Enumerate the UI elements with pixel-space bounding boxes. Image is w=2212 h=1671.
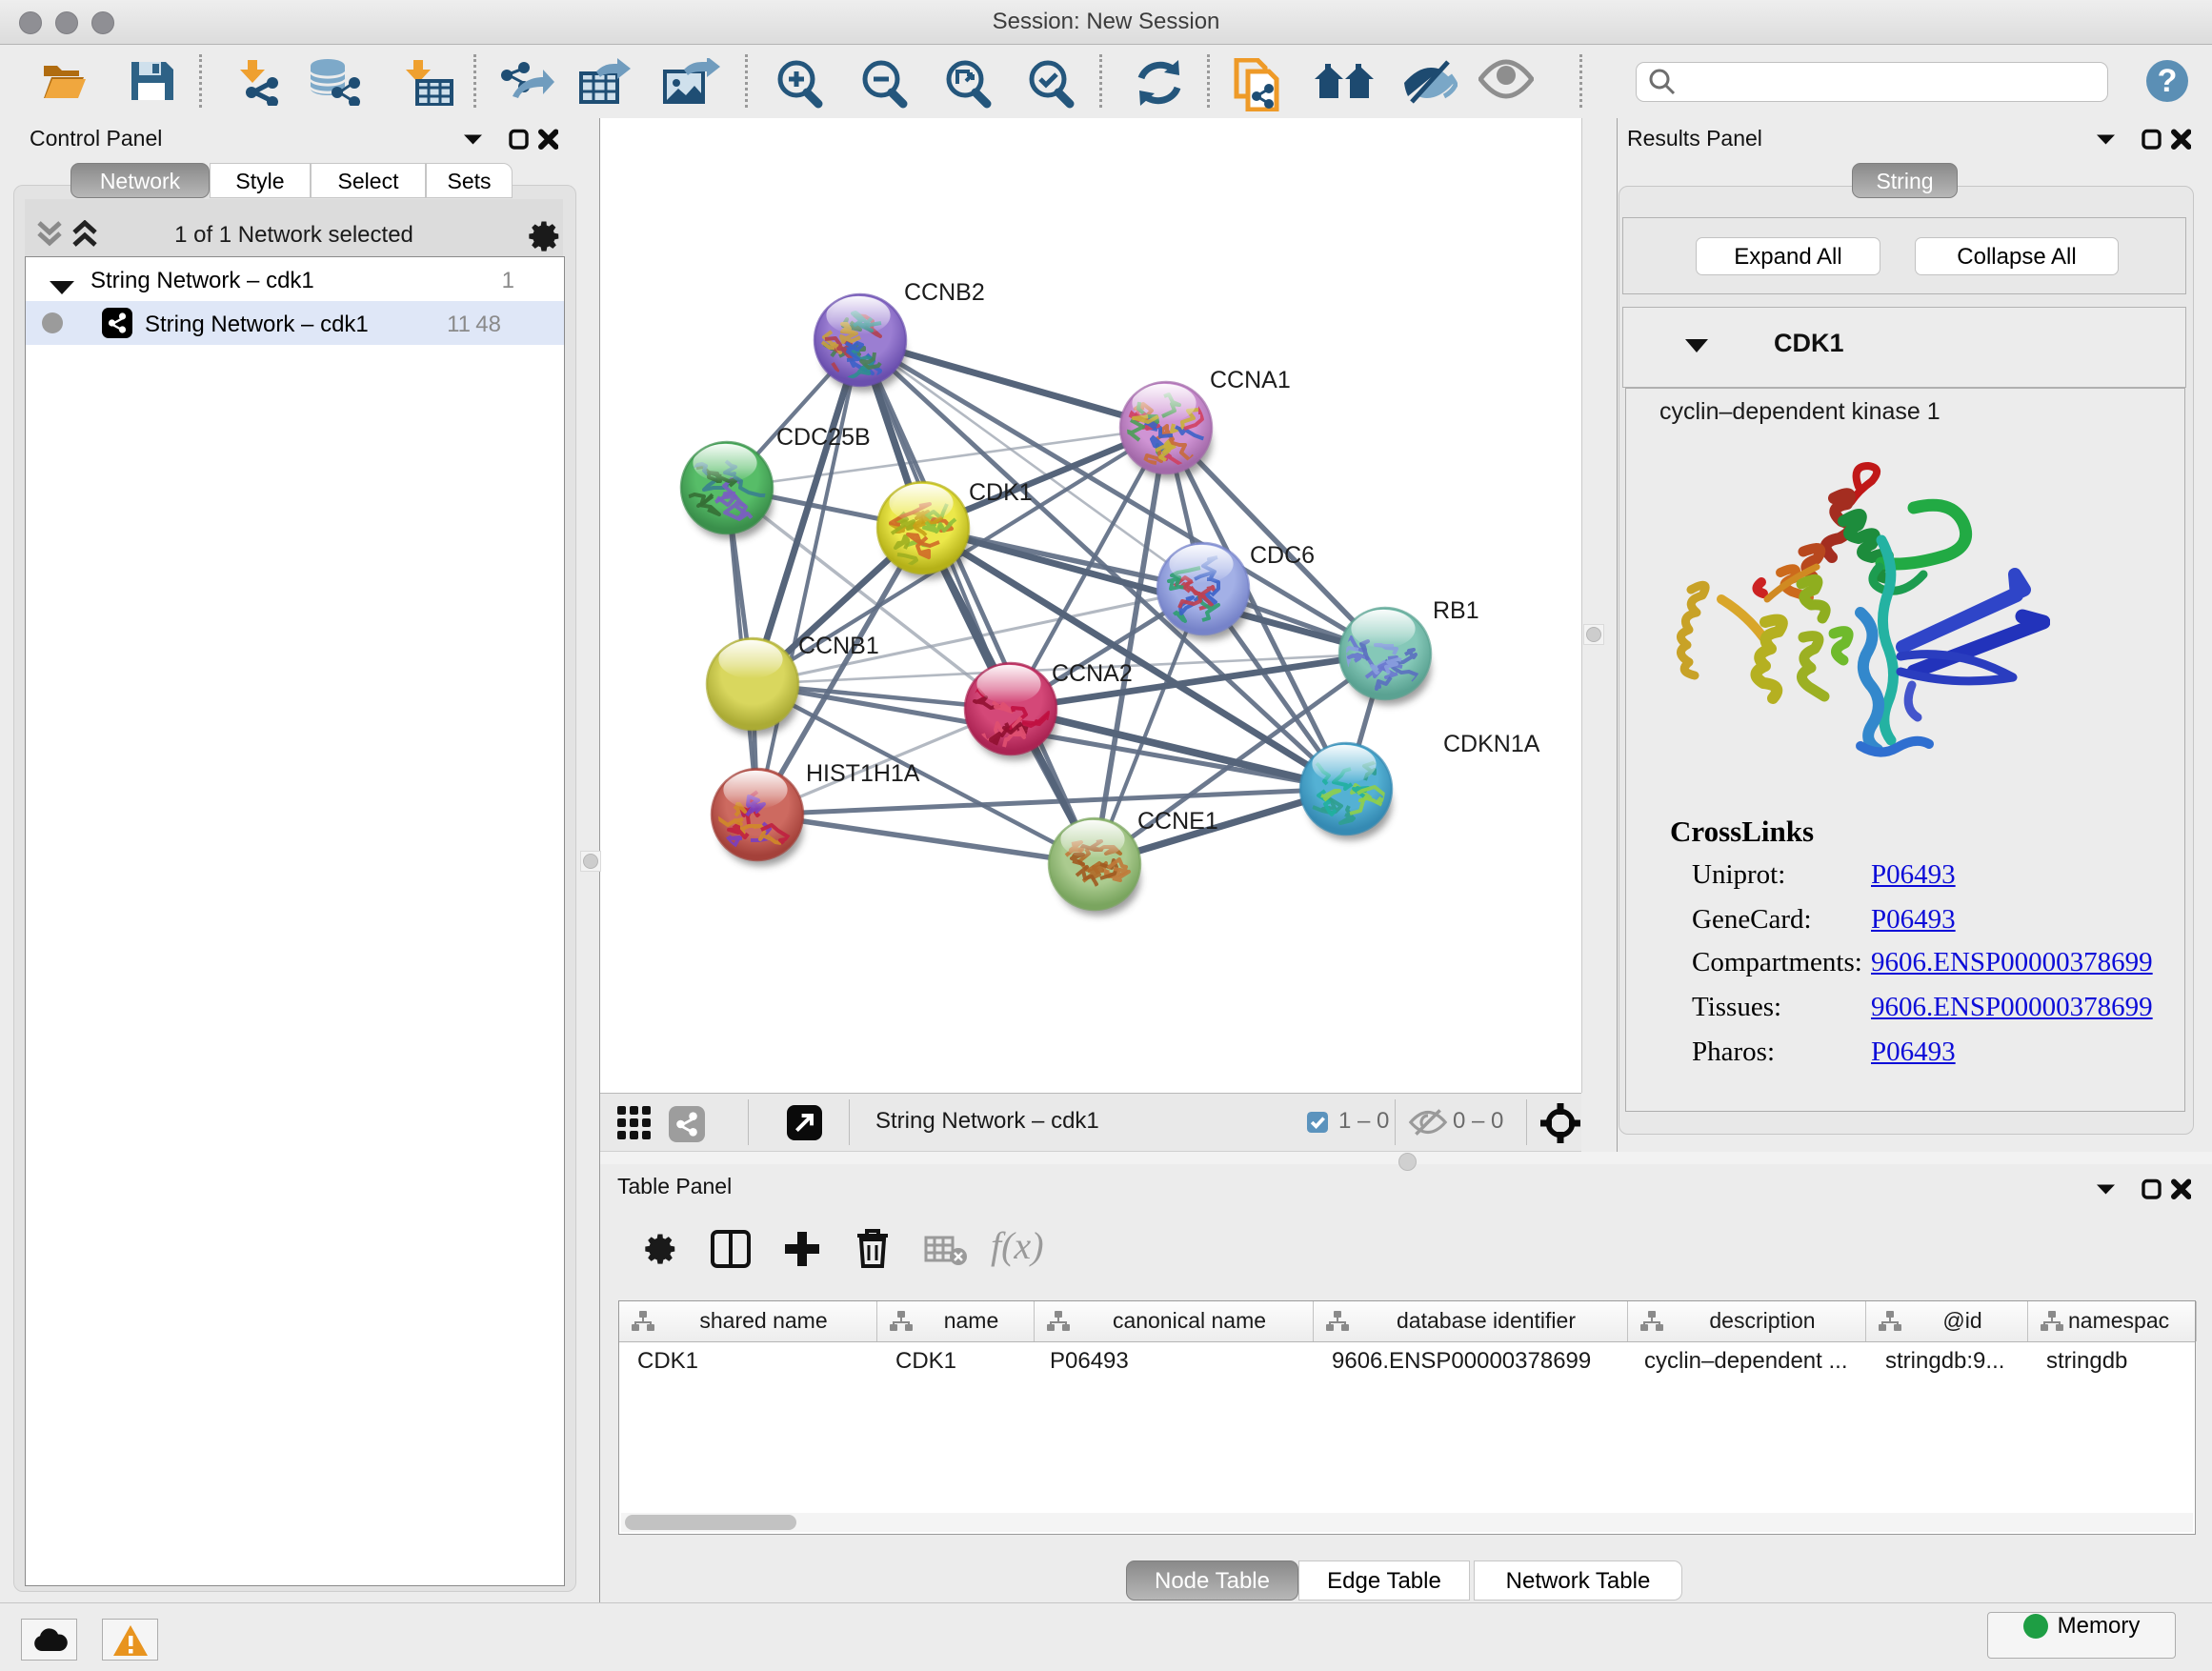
svg-text:CCNB1: CCNB1 xyxy=(798,633,879,659)
svg-text:CDC6: CDC6 xyxy=(1250,542,1315,569)
svg-text:CCNB2: CCNB2 xyxy=(904,279,985,306)
svg-text:HIST1H1A: HIST1H1A xyxy=(806,760,920,787)
svg-text:CDKN1A: CDKN1A xyxy=(1443,731,1540,757)
svg-text:CCNA1: CCNA1 xyxy=(1210,367,1291,393)
svg-text:RB1: RB1 xyxy=(1433,597,1479,624)
svg-text:CCNE1: CCNE1 xyxy=(1137,808,1218,835)
svg-text:CDK1: CDK1 xyxy=(969,479,1033,506)
svg-text:CDC25B: CDC25B xyxy=(776,424,871,451)
svg-text:CCNA2: CCNA2 xyxy=(1052,660,1133,687)
